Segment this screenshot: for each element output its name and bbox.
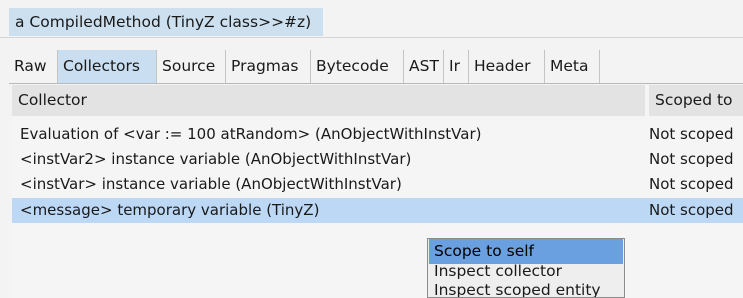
column-header-collector[interactable]: Collector bbox=[12, 85, 645, 116]
scoped-to-cell: Not scoped bbox=[649, 175, 734, 193]
tab-header[interactable]: Header bbox=[469, 50, 545, 83]
inspected-object-title[interactable]: a CompiledMethod (TinyZ class>>#z) bbox=[9, 8, 323, 36]
tab-strip-divider bbox=[599, 50, 600, 83]
tab-ast[interactable]: AST bbox=[404, 50, 444, 83]
column-header-scoped-to[interactable]: Scoped to bbox=[649, 85, 743, 116]
table-row-selected[interactable]: <message> temporary variable (TinyZ) Not… bbox=[12, 198, 743, 223]
scoped-to-cell: Not scoped bbox=[649, 201, 734, 219]
inspector-tab-strip: Raw Collectors Source Pragmas Bytecode A… bbox=[9, 50, 743, 84]
context-menu: Scope to self Inspect collector Inspect … bbox=[427, 238, 625, 298]
scoped-to-cell: Not scoped bbox=[649, 125, 734, 143]
scoped-to-cell: Not scoped bbox=[649, 150, 734, 168]
tab-pragmas[interactable]: Pragmas bbox=[226, 50, 311, 83]
table-row[interactable]: <instVar2> instance variable (AnObjectWi… bbox=[12, 147, 743, 172]
tab-meta[interactable]: Meta bbox=[545, 50, 599, 83]
menu-item-inspect-scoped-entity[interactable]: Inspect scoped entity bbox=[429, 278, 623, 297]
table-row[interactable]: <instVar> instance variable (AnObjectWit… bbox=[12, 172, 743, 197]
tab-ir[interactable]: Ir bbox=[444, 50, 469, 83]
collector-cell: <message> temporary variable (TinyZ) bbox=[20, 201, 320, 219]
collectors-table: Collector Scoped to Evaluation of <var :… bbox=[12, 85, 743, 298]
table-row[interactable]: Evaluation of <var := 100 atRandom> (AnO… bbox=[12, 122, 743, 147]
collector-cell: <instVar> instance variable (AnObjectWit… bbox=[20, 175, 402, 193]
tab-collectors[interactable]: Collectors bbox=[58, 50, 157, 83]
collector-cell: Evaluation of <var := 100 atRandom> (AnO… bbox=[20, 125, 482, 143]
tab-raw[interactable]: Raw bbox=[9, 50, 58, 83]
tab-source[interactable]: Source bbox=[157, 50, 226, 83]
collector-cell: <instVar2> instance variable (AnObjectWi… bbox=[20, 150, 412, 168]
tab-bytecode[interactable]: Bytecode bbox=[311, 50, 404, 83]
inspector-title-bar: a CompiledMethod (TinyZ class>>#z) bbox=[0, 0, 743, 38]
